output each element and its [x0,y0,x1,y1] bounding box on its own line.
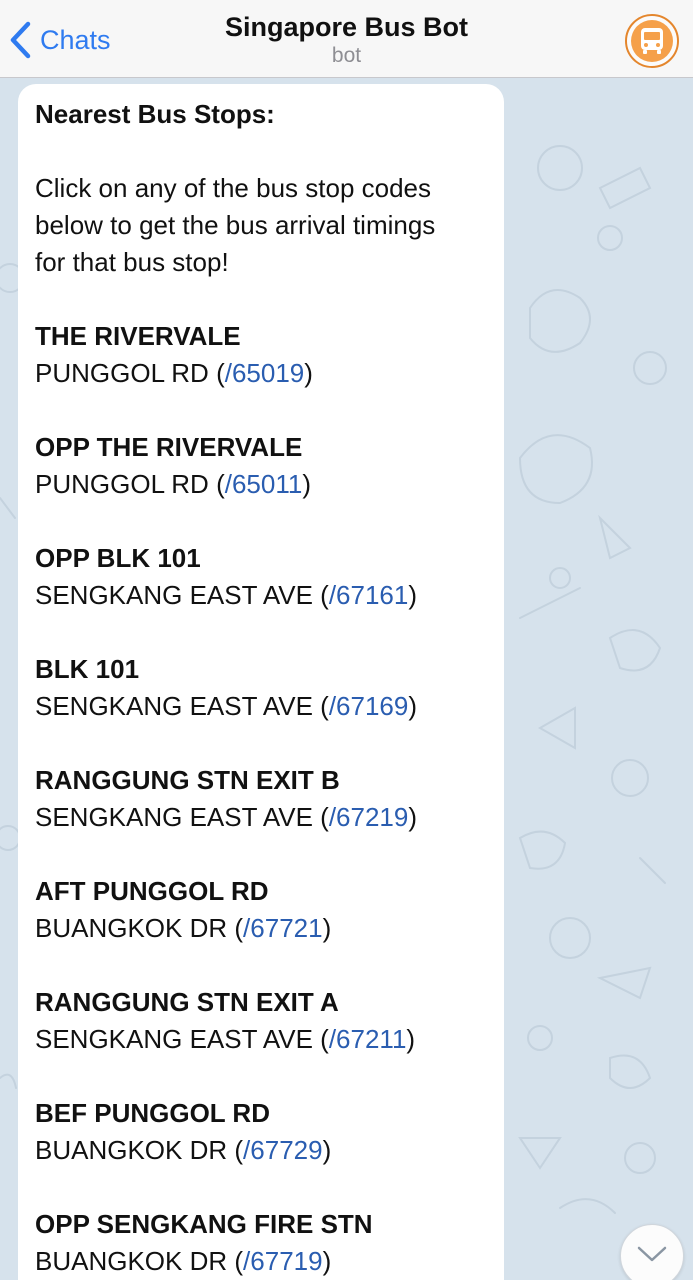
bus-icon-wrap [631,20,673,62]
bus-stop-road-line: PUNGGOL RD (/65011) [35,469,311,499]
bus-stop-name: OPP SENGKANG FIRE STN [35,1209,373,1239]
bus-stop-code-link[interactable]: /67729 [243,1135,323,1165]
bus-stop-item: OPP BLK 101 SENGKANG EAST AVE (/67161) [35,540,487,614]
bus-icon [641,28,663,54]
bus-stop-road: SENGKANG EAST AVE [35,1024,313,1054]
intro-line: Click on any of the bus stop codes [35,173,432,203]
bus-stop-item: AFT PUNGGOL RD BUANGKOK DR (/67721) [35,873,487,947]
bus-stop-road-line: SENGKANG EAST AVE (/67219) [35,802,418,832]
navigation-bar: Chats Singapore Bus Bot bot [0,0,693,78]
bus-stop-name: OPP BLK 101 [35,543,201,573]
chevron-left-icon [10,21,31,59]
bus-stop-road-line: BUANGKOK DR (/67729) [35,1135,332,1165]
chat-title: Singapore Bus Bot [224,12,468,42]
bus-stop-item: OPP THE RIVERVALE PUNGGOL RD (/65011) [35,429,487,503]
bus-stop-name: THE RIVERVALE [35,321,241,351]
bus-stop-name: BLK 101 [35,654,140,684]
bus-stop-item: RANGGUNG STN EXIT A SENGKANG EAST AVE (/… [35,984,487,1058]
back-button[interactable]: Chats [8,18,111,62]
bus-stop-road: BUANGKOK DR [35,1135,228,1165]
message-bubble: Nearest Bus Stops: Click on any of the b… [18,84,504,1280]
bus-stop-code-link[interactable]: /67169 [329,691,409,721]
intro-line: below to get the bus arrival timings [35,210,436,240]
bus-stop-road: SENGKANG EAST AVE [35,580,313,610]
bus-stop-code-link[interactable]: /67211 [329,1024,407,1054]
bot-avatar[interactable] [625,14,679,68]
bus-stop-code-link[interactable]: /67219 [329,802,409,832]
message-text: Nearest Bus Stops: Click on any of the b… [35,96,487,1280]
bus-stop-code-link[interactable]: /67161 [329,580,409,610]
bus-stop-road-line: BUANGKOK DR (/67721) [35,913,332,943]
chat-title-area[interactable]: Singapore Bus Bot bot [150,10,543,68]
intro-line: for that bus stop! [35,247,229,277]
bus-stop-code-link[interactable]: /65011 [225,469,303,499]
bus-stop-road-line: SENGKANG EAST AVE (/67169) [35,691,418,721]
bus-stop-road: SENGKANG EAST AVE [35,802,313,832]
bus-stop-road-line: SENGKANG EAST AVE (/67211) [35,1024,416,1054]
bus-stop-item: RANGGUNG STN EXIT B SENGKANG EAST AVE (/… [35,762,487,836]
bus-stop-name: RANGGUNG STN EXIT B [35,765,340,795]
bus-stop-road: BUANGKOK DR [35,913,228,943]
scroll-to-bottom-button[interactable] [620,1224,684,1280]
bus-stop-item: BLK 101 SENGKANG EAST AVE (/67169) [35,651,487,725]
bus-stop-road-line: BUANGKOK DR (/67719) [35,1246,332,1276]
message-heading: Nearest Bus Stops: [35,99,275,129]
back-button-label: Chats [40,24,111,55]
bus-stop-road-line: SENGKANG EAST AVE (/67161) [35,580,418,610]
bus-stop-name: RANGGUNG STN EXIT A [35,987,339,1017]
bus-stop-road: BUANGKOK DR [35,1246,228,1276]
chat-subtitle: bot [331,44,362,67]
bus-stop-item: THE RIVERVALE PUNGGOL RD (/65019) [35,318,487,392]
bus-stop-name: OPP THE RIVERVALE [35,432,303,462]
chevron-down-icon [637,1246,667,1262]
bus-stop-road: SENGKANG EAST AVE [35,691,313,721]
bus-stop-name: AFT PUNGGOL RD [35,876,269,906]
bus-stop-code-link[interactable]: /65019 [225,358,305,388]
bus-stop-name: BEF PUNGGOL RD [35,1098,270,1128]
chat-screen: Chats Singapore Bus Bot bot Nearest Bus … [0,0,693,1280]
bus-stop-code-link[interactable]: /67721 [243,913,323,943]
bus-stop-road-line: PUNGGOL RD (/65019) [35,358,313,388]
bus-stop-item: BEF PUNGGOL RD BUANGKOK DR (/67729) [35,1095,487,1169]
bus-stop-road: PUNGGOL RD [35,469,209,499]
bus-stop-road: PUNGGOL RD [35,358,209,388]
bus-stop-code-link[interactable]: /67719 [243,1246,323,1276]
bus-stop-item: OPP SENGKANG FIRE STN BUANGKOK DR (/6771… [35,1206,487,1280]
